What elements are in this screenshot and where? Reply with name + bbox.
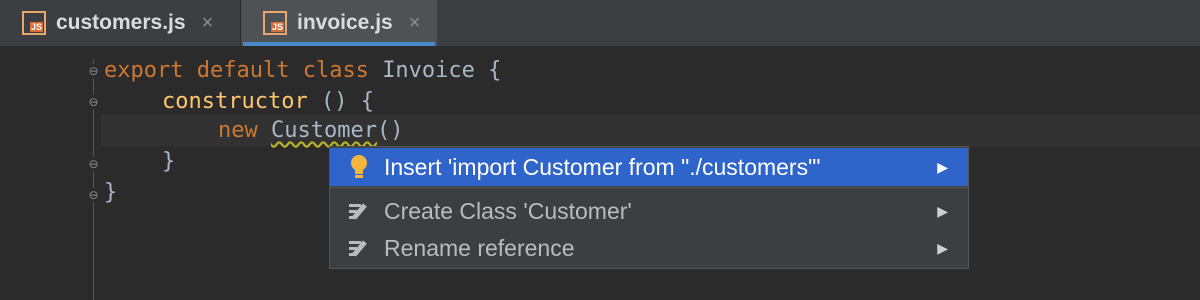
close-icon[interactable]: × bbox=[409, 12, 421, 35]
tab-bar: JS customers.js × JS invoice.js × bbox=[0, 0, 1200, 47]
code-line-3: new Customer() bbox=[218, 118, 404, 143]
menu-separator bbox=[330, 187, 968, 188]
lightbulb-icon bbox=[348, 155, 372, 179]
submenu-arrow-icon: ▶ bbox=[937, 239, 948, 256]
js-file-icon: JS bbox=[22, 11, 46, 35]
active-tab-indicator bbox=[243, 42, 435, 46]
fold-collapse-icon[interactable]: ⊖ bbox=[87, 64, 100, 78]
submenu-arrow-icon: ▶ bbox=[937, 202, 948, 219]
tab-invoice-js[interactable]: JS invoice.js × bbox=[241, 0, 437, 46]
fold-collapse-icon[interactable]: ⊖ bbox=[87, 95, 100, 109]
insert-import-action[interactable]: Insert 'import Customer from "./customer… bbox=[330, 148, 968, 186]
code-line-2: constructor () { bbox=[162, 89, 374, 114]
fold-end-icon[interactable]: ⊖ bbox=[87, 157, 100, 171]
tab-customers-js[interactable]: JS customers.js × bbox=[0, 0, 240, 46]
create-class-action[interactable]: Create Class 'Customer' ▶ bbox=[330, 192, 968, 230]
action-label: Rename reference bbox=[384, 234, 575, 261]
code-line-1: export default class Invoice { bbox=[104, 58, 502, 83]
tab-label: invoice.js bbox=[297, 11, 393, 34]
action-label: Create Class 'Customer' bbox=[384, 197, 632, 224]
code-line-5: } bbox=[104, 180, 118, 205]
edit-icon bbox=[348, 199, 372, 223]
unresolved-identifier: Customer bbox=[271, 118, 377, 143]
code-line-4: } bbox=[162, 149, 176, 174]
fold-end-icon[interactable]: ⊖ bbox=[87, 188, 100, 202]
js-file-icon: JS bbox=[263, 11, 287, 35]
intention-actions-popup: Insert 'import Customer from "./customer… bbox=[329, 146, 969, 269]
close-icon[interactable]: × bbox=[202, 12, 214, 35]
rename-reference-action[interactable]: Rename reference ▶ bbox=[330, 229, 968, 267]
tab-label: customers.js bbox=[56, 11, 186, 34]
action-label: Insert 'import Customer from "./customer… bbox=[384, 153, 821, 180]
edit-icon bbox=[348, 236, 372, 260]
submenu-arrow-icon: ▶ bbox=[937, 158, 948, 175]
